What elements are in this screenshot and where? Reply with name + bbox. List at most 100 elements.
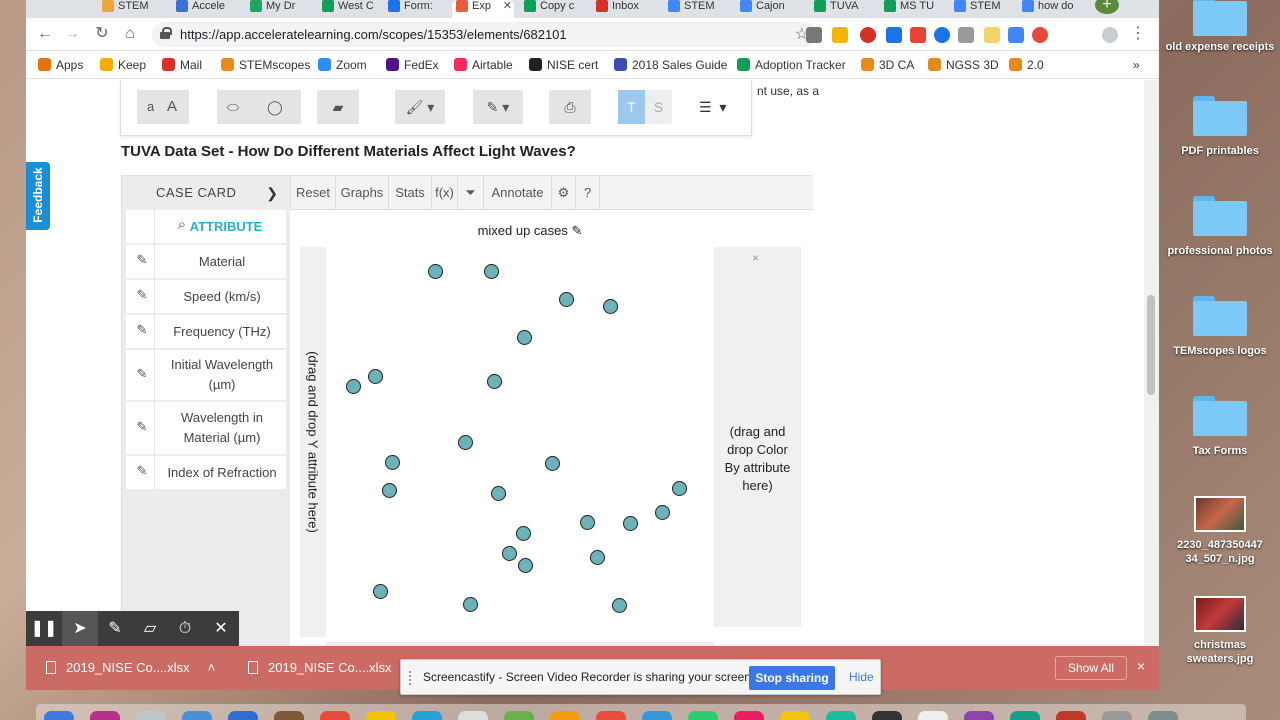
pencil-icon[interactable]: ✎ bbox=[134, 252, 150, 268]
dock-app-icon[interactable] bbox=[44, 711, 74, 720]
scatter-point[interactable] bbox=[612, 598, 627, 613]
scatter-point[interactable] bbox=[368, 369, 383, 384]
scatter-point[interactable] bbox=[559, 292, 574, 307]
drag-handle-icon[interactable] bbox=[409, 671, 414, 685]
dock-app-icon[interactable] bbox=[734, 711, 764, 720]
bookmark-adoption-tracker[interactable]: Adoption Tracker bbox=[737, 58, 846, 72]
annotate-button[interactable]: Annotate bbox=[484, 176, 552, 210]
dock-app-icon[interactable] bbox=[320, 711, 350, 720]
stats-button[interactable]: Stats bbox=[389, 176, 432, 210]
bookmark-ngss-3d[interactable]: NGSS 3D bbox=[928, 58, 999, 72]
extension-icon[interactable] bbox=[910, 27, 926, 43]
toggle-icon[interactable]: ⬭ bbox=[227, 90, 239, 124]
new-tab-button[interactable]: + bbox=[1095, 0, 1119, 14]
attribute-row-index-of-refraction[interactable]: ✎ Index of Refraction bbox=[126, 456, 286, 489]
dock-app-icon[interactable] bbox=[90, 711, 120, 720]
bookmark-2-0[interactable]: 2.0 bbox=[1009, 58, 1044, 72]
scatter-point[interactable] bbox=[487, 374, 502, 389]
feedback-tab[interactable]: Feedback bbox=[26, 162, 50, 230]
scatter-point[interactable] bbox=[516, 526, 531, 541]
bookmark-stemscopes[interactable]: STEMscopes bbox=[221, 58, 310, 72]
attribute-row-speed[interactable]: ✎ Speed (km/s) bbox=[126, 280, 286, 313]
scatter-point[interactable] bbox=[655, 505, 670, 520]
color-by-drop-zone[interactable]: × (drag and drop Color By attribute here… bbox=[714, 247, 801, 627]
browser-tab[interactable]: My Dr bbox=[246, 0, 324, 18]
close-icon[interactable]: ✕ bbox=[203, 611, 239, 646]
reset-button[interactable]: Reset bbox=[290, 176, 336, 210]
browser-tab[interactable]: Cajon bbox=[736, 0, 808, 18]
download-item[interactable]: 2019_NISE Co....xlsx ˄ bbox=[46, 660, 215, 675]
address-bar[interactable]: https://app.acceleratelearning.com/scope… bbox=[152, 22, 817, 47]
eraser-icon[interactable]: ▱ bbox=[132, 611, 168, 646]
bookmark-airtable[interactable]: Airtable bbox=[454, 58, 513, 72]
forward-icon[interactable]: → bbox=[62, 24, 82, 44]
eraser-button[interactable]: ▰ bbox=[317, 90, 359, 124]
scatter-point[interactable] bbox=[603, 299, 618, 314]
browser-tab[interactable]: STEM bbox=[664, 0, 736, 18]
pencil-icon[interactable]: ✎ bbox=[134, 322, 150, 338]
desktop-folder-professional-photos[interactable]: professional photos bbox=[1160, 196, 1280, 258]
print-button[interactable]: ⎙ bbox=[549, 90, 591, 124]
gear-icon[interactable] bbox=[958, 27, 974, 43]
filter-icon[interactable]: ⏷ bbox=[458, 176, 484, 210]
close-icon[interactable]: × bbox=[714, 249, 797, 267]
reload-icon[interactable]: ↻ bbox=[92, 24, 112, 44]
dock-app-icon[interactable] bbox=[274, 711, 304, 720]
scatter-point[interactable] bbox=[517, 330, 532, 345]
record-icon[interactable] bbox=[860, 27, 876, 43]
bookmark-mail[interactable]: Mail bbox=[162, 58, 202, 72]
help-icon[interactable]: ? bbox=[576, 176, 600, 210]
dock-app-icon[interactable] bbox=[642, 711, 672, 720]
extension-icon[interactable] bbox=[806, 27, 822, 43]
dock-app-icon[interactable] bbox=[780, 711, 810, 720]
dock-app-icon[interactable] bbox=[826, 711, 856, 720]
dock-app-icon[interactable] bbox=[688, 711, 718, 720]
browser-tab[interactable]: how do bbox=[1018, 0, 1090, 18]
browser-tab[interactable]: MS TU bbox=[880, 0, 950, 18]
annotate-dropdown[interactable]: ✎ ▾ bbox=[473, 90, 523, 124]
attribute-header[interactable]: ⌕ ATTRIBUTE bbox=[126, 210, 286, 243]
profile-avatar[interactable] bbox=[1102, 27, 1118, 43]
scatter-point[interactable] bbox=[623, 516, 638, 531]
scatter-point[interactable] bbox=[484, 264, 499, 279]
text-toggle-t[interactable]: T bbox=[618, 90, 645, 124]
dock-app-icon[interactable] bbox=[1148, 711, 1178, 720]
scatter-point[interactable] bbox=[382, 483, 397, 498]
extension-icon[interactable] bbox=[1032, 27, 1048, 43]
attribute-row-frequency[interactable]: ✎ Frequency (THz) bbox=[126, 315, 286, 348]
download-item[interactable]: 2019_NISE Co....xlsx bbox=[248, 660, 392, 675]
bookmark-sales-guide[interactable]: 2018 Sales Guide bbox=[614, 58, 727, 72]
page-scrollbar[interactable] bbox=[1144, 80, 1159, 646]
dock-app-icon[interactable] bbox=[918, 711, 948, 720]
browser-tab[interactable]: Accele bbox=[172, 0, 250, 18]
case-card-toggle[interactable]: CASE CARD ❯ bbox=[122, 176, 290, 210]
pencil-icon[interactable]: ✎ bbox=[134, 419, 150, 435]
fx-button[interactable]: f(x) bbox=[432, 176, 458, 210]
scatter-point[interactable] bbox=[463, 597, 478, 612]
home-icon[interactable]: ⌂ bbox=[120, 24, 140, 44]
pencil-icon[interactable]: ✎ bbox=[134, 463, 150, 479]
dock-app-icon[interactable] bbox=[182, 711, 212, 720]
pencil-icon[interactable]: ✎ bbox=[134, 366, 150, 382]
pause-icon[interactable]: ❚❚ bbox=[26, 611, 62, 646]
gear-icon[interactable]: ⚙ bbox=[552, 176, 576, 210]
font-smaller-button[interactable]: a bbox=[147, 90, 154, 124]
close-downloads-icon[interactable]: × bbox=[1137, 658, 1145, 674]
hide-button[interactable]: Hide bbox=[849, 670, 874, 684]
dock-app-icon[interactable] bbox=[366, 711, 396, 720]
font-larger-button[interactable]: A bbox=[167, 90, 177, 124]
bookmarks-overflow-button[interactable]: » bbox=[1133, 58, 1140, 72]
extension-icon[interactable] bbox=[934, 27, 950, 43]
graphs-button[interactable]: Graphs bbox=[336, 176, 389, 210]
comment-bubble-icon[interactable]: ◯ bbox=[267, 90, 283, 124]
desktop-folder-pdf-printables[interactable]: PDF printables bbox=[1160, 96, 1280, 158]
scatter-plot[interactable] bbox=[326, 247, 714, 646]
cursor-icon[interactable]: ➤ bbox=[62, 611, 98, 646]
scatter-point[interactable] bbox=[580, 515, 595, 530]
dock-app-icon[interactable] bbox=[1056, 711, 1086, 720]
pencil-icon[interactable]: ✎ bbox=[134, 287, 150, 303]
dock-app-icon[interactable] bbox=[1010, 711, 1040, 720]
back-icon[interactable]: ← bbox=[35, 24, 55, 44]
scatter-point[interactable] bbox=[385, 455, 400, 470]
scatter-point[interactable] bbox=[518, 558, 533, 573]
